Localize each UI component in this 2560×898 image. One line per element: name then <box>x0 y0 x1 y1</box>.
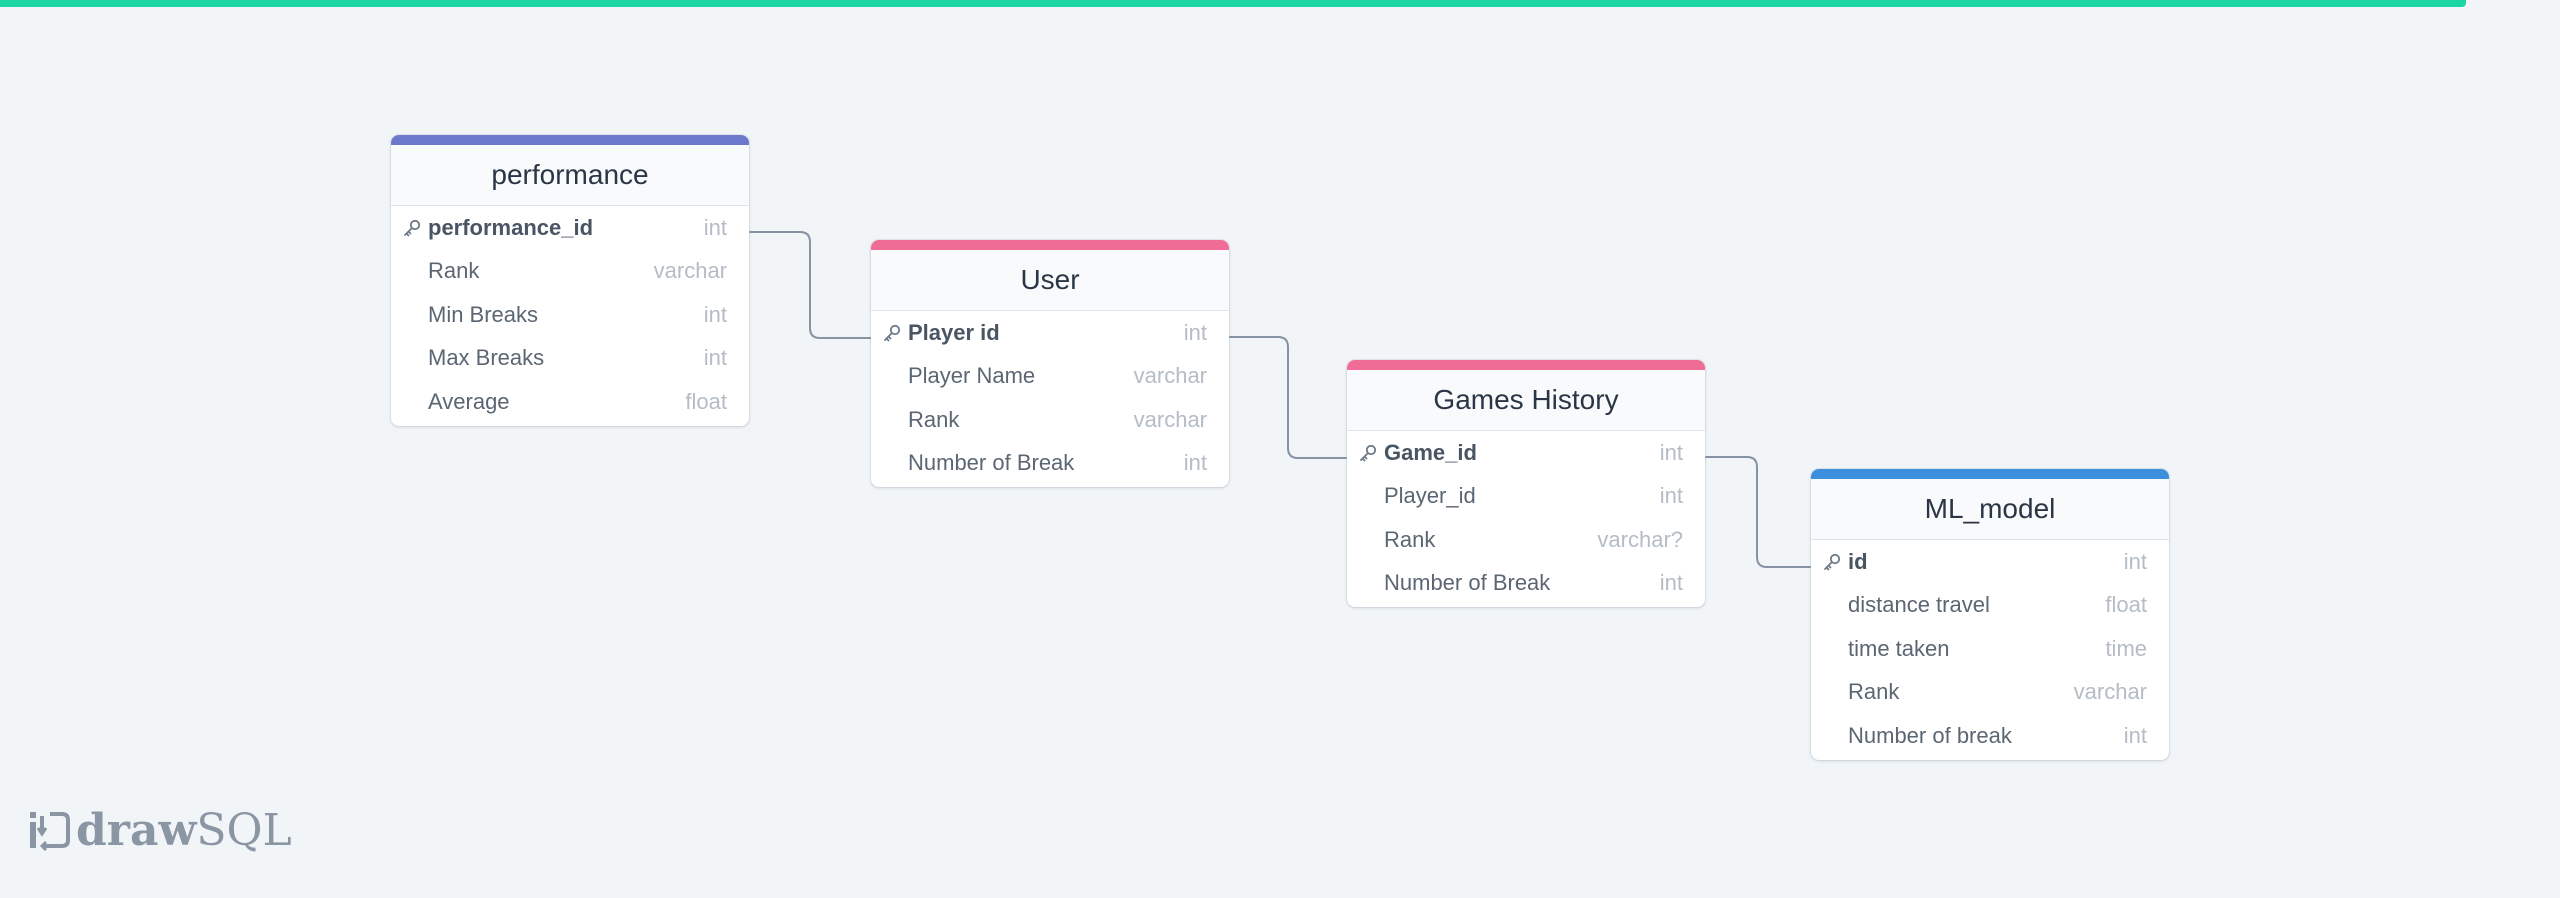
column-type: varchar <box>1133 406 1207 432</box>
column-type: int <box>1659 439 1683 465</box>
relationship-connectors <box>749 231 1811 568</box>
table-title[interactable]: ML_model <box>1811 479 2169 540</box>
column-type: int <box>1183 450 1207 476</box>
column-row-primary-key[interactable]: performance_id int <box>391 206 749 250</box>
logo-text-draw: draw <box>76 804 197 856</box>
column-row[interactable]: Rank varchar <box>871 398 1229 442</box>
column-name: Rank <box>1384 526 1436 552</box>
column-name: distance travel <box>1848 592 1990 618</box>
column-row-primary-key[interactable]: id int <box>1811 540 2169 584</box>
column-type: varchar <box>653 258 727 284</box>
column-type: int <box>1183 319 1207 345</box>
connector-games-history-ml-model[interactable] <box>1705 456 1811 568</box>
column-name: Rank <box>428 258 480 284</box>
table-rows: Player id int Player Name varchar Rank varcha… <box>871 311 1229 487</box>
table-performance[interactable]: performance performance_id int Rank varchar… <box>391 135 749 426</box>
column-name: performance_id <box>428 214 594 240</box>
column-row[interactable]: Max Breaks int <box>391 337 749 381</box>
table-games-history[interactable]: Games History Game_id int Player_id int Rank… <box>1347 360 1705 607</box>
primary-key-icon <box>1824 553 1841 571</box>
column-type: varchar <box>1133 363 1207 389</box>
column-name: Max Breaks <box>428 345 545 371</box>
column-row[interactable]: distance travel float <box>1811 584 2169 628</box>
column-row-primary-key[interactable]: Player id int <box>871 311 1229 355</box>
connector-performance-user[interactable] <box>749 231 871 339</box>
column-type: float <box>685 388 727 414</box>
column-row[interactable]: Rank varchar <box>1811 671 2169 715</box>
table-title[interactable]: Games History <box>1347 370 1705 431</box>
column-type: int <box>2123 548 2147 574</box>
column-row[interactable]: Rank varchar <box>391 250 749 294</box>
column-name: Number of Break <box>908 450 1075 476</box>
diagram-canvas[interactable]: performance performance_id int Rank varchar… <box>0 0 2560 898</box>
connector-user-games-history[interactable] <box>1229 336 1347 459</box>
column-row[interactable]: Number of Break int <box>871 442 1229 486</box>
table-ml-model[interactable]: ML_model id int distance travel float time t… <box>1811 469 2169 760</box>
column-name: Rank <box>1848 679 1900 705</box>
column-row[interactable]: Min Breaks int <box>391 293 749 337</box>
column-row[interactable]: Number of break int <box>1811 714 2169 758</box>
primary-key-icon <box>884 324 901 342</box>
table-rows: id int distance travel float time taken time R… <box>1811 540 2169 760</box>
column-row[interactable]: Rank varchar? <box>1347 518 1705 562</box>
drawsql-logo-icon <box>30 812 70 852</box>
table-accent-bar <box>391 135 749 145</box>
column-name: Player id <box>908 319 1000 345</box>
table-accent-bar <box>1347 360 1705 370</box>
column-name: Game_id <box>1384 439 1477 465</box>
column-name: Average <box>428 388 510 414</box>
column-type: int <box>1659 570 1683 596</box>
table-title[interactable]: performance <box>391 145 749 206</box>
column-type: varchar <box>2073 679 2147 705</box>
column-type: float <box>2105 592 2147 618</box>
table-title[interactable]: User <box>871 250 1229 311</box>
column-row[interactable]: time taken time <box>1811 627 2169 671</box>
column-type: varchar? <box>1597 526 1683 552</box>
column-name: Number of break <box>1848 722 2012 748</box>
column-type: int <box>703 345 727 371</box>
column-type: int <box>703 301 727 327</box>
table-accent-bar <box>1811 469 2169 479</box>
column-name: Min Breaks <box>428 301 539 327</box>
column-row[interactable]: Player_id int <box>1347 475 1705 519</box>
column-name: time taken <box>1848 635 1950 661</box>
column-row[interactable]: Player Name varchar <box>871 355 1229 399</box>
column-type: time <box>2105 635 2147 661</box>
column-name: id <box>1848 548 1868 574</box>
column-name: Rank <box>908 406 960 432</box>
column-type: int <box>703 214 727 240</box>
column-row[interactable]: Number of Break int <box>1347 562 1705 606</box>
top-accent-bar <box>0 0 2466 7</box>
table-accent-bar <box>871 240 1229 250</box>
primary-key-icon <box>1360 444 1377 462</box>
logo-text-sql: SQL <box>196 804 292 856</box>
column-type: int <box>1659 483 1683 509</box>
column-name: Number of Break <box>1384 570 1551 596</box>
column-type: int <box>2123 722 2147 748</box>
table-rows: performance_id int Rank varchar Min Breaks in… <box>391 206 749 426</box>
table-rows: Game_id int Player_id int Rank varchar? Number… <box>1347 431 1705 607</box>
column-name: Player Name <box>908 363 1036 389</box>
primary-key-icon <box>404 219 421 237</box>
table-user[interactable]: User Player id int Player Name varchar Rank v… <box>871 240 1229 487</box>
column-row[interactable]: Average float <box>391 380 749 424</box>
column-name: Player_id <box>1384 483 1476 509</box>
drawsql-logo[interactable]: draw SQL <box>28 804 292 856</box>
column-row-primary-key[interactable]: Game_id int <box>1347 431 1705 475</box>
